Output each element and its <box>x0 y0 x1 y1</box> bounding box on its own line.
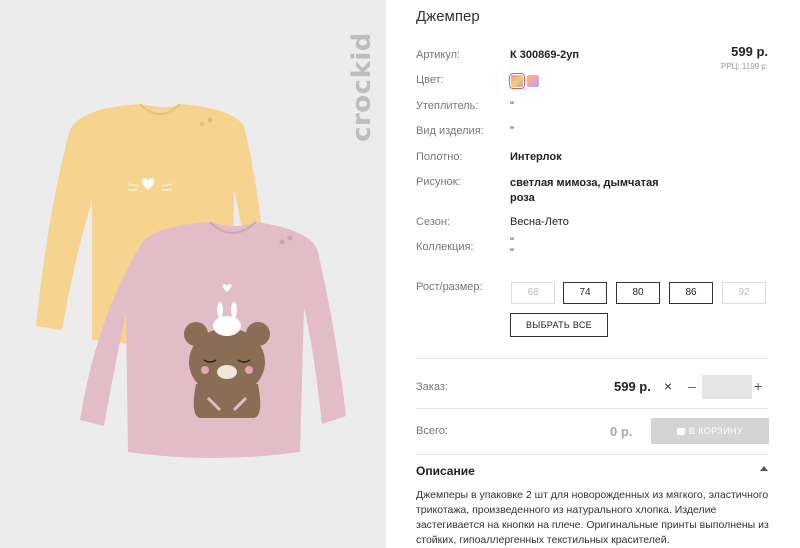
size-option-80[interactable]: 80 <box>616 282 660 304</box>
collection-value: " " <box>510 236 514 259</box>
collapse-caret-icon[interactable] <box>760 466 768 471</box>
item-type-value: " <box>510 125 514 137</box>
product-price: 599 р. <box>731 44 768 59</box>
product-photo[interactable]: crockid <box>0 0 386 548</box>
size-option-68[interactable]: 68 <box>511 282 555 304</box>
decrease-quantity-button[interactable]: – <box>688 378 696 394</box>
cart-icon <box>676 428 685 435</box>
order-price: 599 р. <box>614 379 651 394</box>
increase-quantity-button[interactable]: + <box>754 378 762 394</box>
quantity-input[interactable] <box>702 375 752 399</box>
total-label: Всего: <box>416 425 448 437</box>
add-to-cart-button[interactable]: В КОРЗИНУ <box>651 418 769 444</box>
brand-logo-text: crockid <box>347 32 377 142</box>
jumpers-illustration <box>36 103 346 458</box>
size-option-74[interactable]: 74 <box>563 282 607 304</box>
collection-label: Коллекция: <box>416 241 474 253</box>
print-value: светлая мимоза, дымчатая роза <box>510 177 659 204</box>
season-value: Весна-Лето <box>510 216 569 228</box>
times-icon: × <box>664 378 673 394</box>
add-to-cart-label: В КОРЗИНУ <box>688 426 744 436</box>
color-swatch-1[interactable] <box>509 73 525 89</box>
season-label: Сезон: <box>416 216 450 228</box>
divider <box>416 408 768 409</box>
print-label: Рисунок: <box>416 176 461 188</box>
description-heading[interactable]: Описание <box>416 464 475 478</box>
sku-value: К 300869-2уп <box>510 49 580 61</box>
color-label: Цвет: <box>416 74 444 86</box>
size-option-92[interactable]: 92 <box>722 282 766 304</box>
total-value: 0 р. <box>610 424 633 439</box>
color-swatch-2[interactable] <box>527 75 539 87</box>
fabric-value: Интерлок <box>510 151 562 163</box>
size-option-86[interactable]: 86 <box>669 282 713 304</box>
size-label: Рост/размер: <box>416 281 483 293</box>
brand-logo: crockid <box>340 20 380 160</box>
order-label: Заказ: <box>416 381 448 393</box>
select-all-button[interactable]: ВЫБРАТЬ ВСЕ <box>510 313 608 337</box>
description-text: Джемперы в упаковке 2 шт для новорожденн… <box>416 489 769 546</box>
divider <box>416 454 768 455</box>
item-type-label: Вид изделия: <box>416 125 484 137</box>
insulation-label: Утеплитель: <box>416 100 479 112</box>
product-title: Джемпер <box>416 8 480 25</box>
divider <box>416 358 768 359</box>
fabric-label: Полотно: <box>416 151 463 163</box>
recommended-price: РРЦ: 1199 р. <box>720 62 768 71</box>
sku-label: Артикул: <box>416 49 461 61</box>
insulation-value: " <box>510 100 514 112</box>
